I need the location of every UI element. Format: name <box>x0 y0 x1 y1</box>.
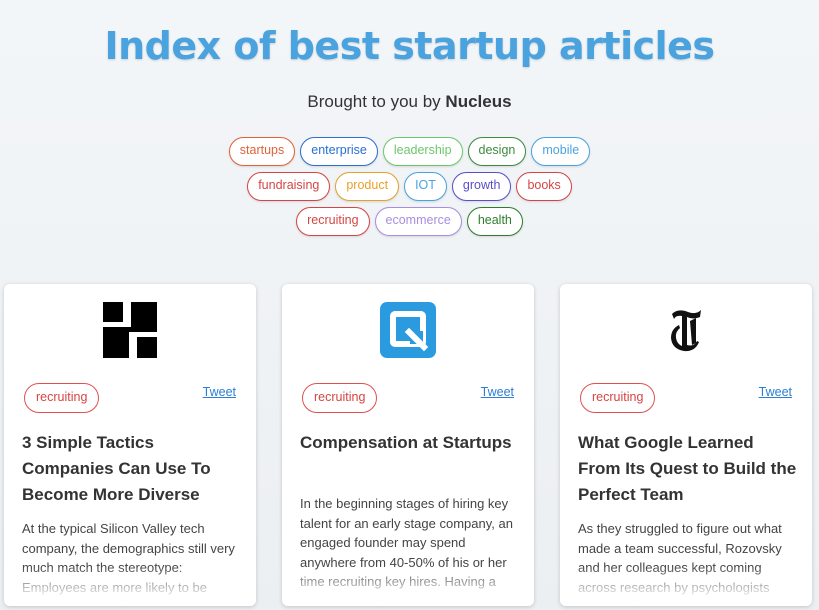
tag-leadership[interactable]: leadership <box>382 137 463 166</box>
excerpt-fade <box>282 566 534 606</box>
tag-fundraising[interactable]: fundraising <box>247 172 331 201</box>
excerpt-fade <box>560 566 812 606</box>
hackerrank-logo <box>4 302 256 358</box>
card-tag-recruiting[interactable]: recruiting <box>302 383 378 413</box>
brand-name: Nucleus <box>445 92 512 111</box>
tag-design[interactable]: design <box>467 137 527 166</box>
card-tag-recruiting[interactable]: recruiting <box>24 383 100 413</box>
qbox-logo <box>282 302 534 358</box>
article-card[interactable]: recruiting Tweet Compensation at Startup… <box>282 284 534 606</box>
tag-growth[interactable]: growth <box>451 172 512 201</box>
tag-row-1: startups enterprise leadership design mo… <box>0 137 819 166</box>
tag-product[interactable]: product <box>335 172 400 201</box>
nytimes-logo <box>560 302 812 358</box>
tag-health[interactable]: health <box>466 207 523 236</box>
tag-mobile[interactable]: mobile <box>531 137 591 166</box>
tag-iot[interactable]: IOT <box>404 172 447 201</box>
tag-enterprise[interactable]: enterprise <box>300 137 378 166</box>
subtitle-prefix: Brought to you by <box>307 92 441 111</box>
tag-ecommerce[interactable]: ecommerce <box>374 207 462 236</box>
article-card[interactable]: recruiting Tweet What Google Learned Fro… <box>560 284 812 606</box>
page-subtitle: Brought to you by Nucleus <box>0 92 819 112</box>
card-tag-recruiting[interactable]: recruiting <box>580 383 656 413</box>
tag-recruiting[interactable]: recruiting <box>296 207 370 236</box>
page-title: Index of best startup articles <box>104 24 715 68</box>
excerpt-fade <box>4 566 256 606</box>
article-card[interactable]: recruiting Tweet 3 Simple Tactics Compan… <box>4 284 256 606</box>
article-title[interactable]: What Google Learned From Its Quest to Bu… <box>578 430 798 508</box>
tweet-link[interactable]: Tweet <box>203 385 236 399</box>
tag-row-3: recruiting ecommerce health <box>0 207 819 236</box>
tag-startups[interactable]: startups <box>228 137 296 166</box>
article-title[interactable]: Compensation at Startups <box>300 430 520 456</box>
tweet-link[interactable]: Tweet <box>759 385 792 399</box>
tag-row-2: fundraising product IOT growth books <box>0 172 819 201</box>
tweet-link[interactable]: Tweet <box>481 385 514 399</box>
article-title[interactable]: 3 Simple Tactics Companies Can Use To Be… <box>22 430 242 508</box>
tag-books[interactable]: books <box>516 172 572 201</box>
